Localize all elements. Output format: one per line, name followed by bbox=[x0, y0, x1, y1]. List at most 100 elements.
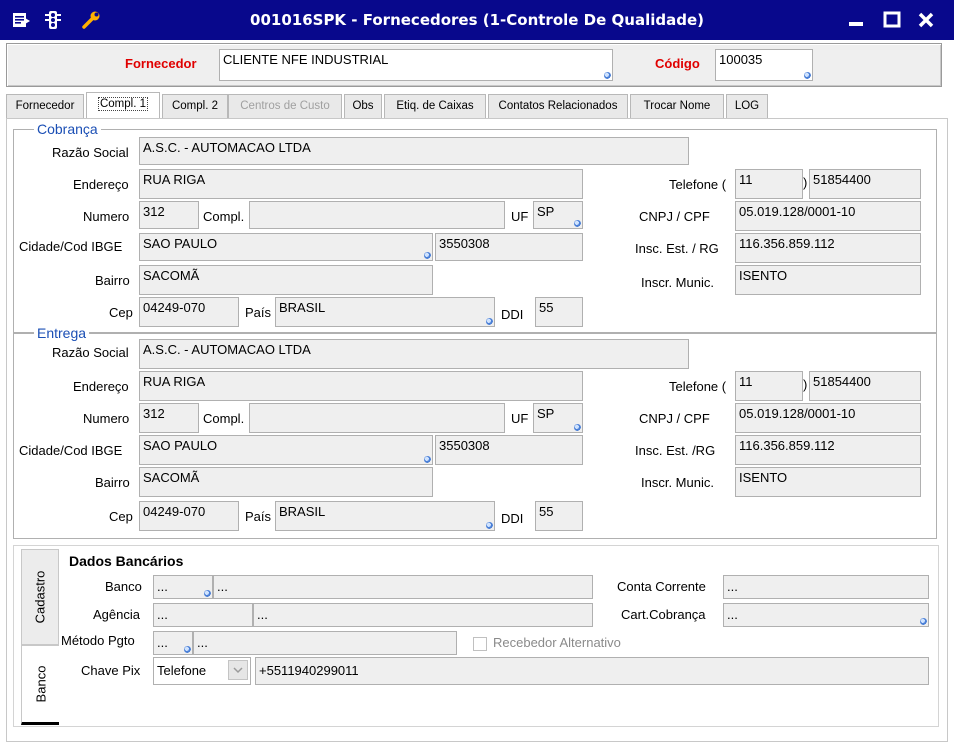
tab-contatos-relacionados[interactable]: Contatos Relacionados bbox=[488, 94, 628, 119]
razao-social-label: Razão Social bbox=[52, 345, 129, 360]
metodo-code-field[interactable]: ... bbox=[153, 631, 193, 655]
window-title: 001016SPK - Fornecedores (1-Controle De … bbox=[250, 11, 704, 29]
entrega-uf[interactable]: SP bbox=[533, 403, 583, 433]
cobranca-cidade[interactable]: SAO PAULO bbox=[139, 233, 433, 261]
insc-mun-label: Inscr. Munic. bbox=[641, 275, 714, 290]
header-panel: Fornecedor CLIENTE NFE INDUSTRIAL Código… bbox=[6, 43, 942, 87]
entrega-ddi[interactable]: 55 bbox=[535, 501, 583, 531]
cobranca-ddd[interactable]: 11 bbox=[735, 169, 803, 199]
tab-log[interactable]: LOG bbox=[726, 94, 768, 119]
minimize-icon[interactable] bbox=[844, 8, 868, 32]
cobranca-insc-mun[interactable]: ISENTO bbox=[735, 265, 921, 295]
insc-mun-label: Inscr. Munic. bbox=[641, 475, 714, 490]
cobranca-bairro[interactable]: SACOMÃ bbox=[139, 265, 433, 295]
cart-cobranca-label: Cart.Cobrança bbox=[621, 607, 706, 622]
tab-compl-1[interactable]: Compl. 1 bbox=[86, 92, 160, 120]
traffic-light-icon[interactable] bbox=[42, 9, 64, 31]
cobranca-uf[interactable]: SP bbox=[533, 201, 583, 229]
entrega-ddd[interactable]: 11 bbox=[735, 371, 803, 401]
agencia-code-field[interactable]: ... bbox=[153, 603, 253, 627]
tab-label: Etiq. de Caixas bbox=[396, 100, 474, 112]
tab-label: Trocar Nome bbox=[643, 100, 711, 112]
banco-name-field[interactable]: ... bbox=[213, 575, 593, 599]
cobranca-endereco[interactable]: RUA RIGA bbox=[139, 169, 583, 199]
cobranca-razao-social[interactable]: A.S.C. - AUTOMACAO LTDA bbox=[139, 137, 689, 165]
bairro-label: Bairro bbox=[95, 475, 130, 490]
codigo-field[interactable]: 100035 bbox=[715, 49, 813, 81]
cobranca-compl[interactable] bbox=[249, 201, 505, 229]
dropdown-button[interactable] bbox=[228, 660, 248, 680]
entrega-insc-est[interactable]: 116.356.859.112 bbox=[735, 435, 921, 465]
banco-code-field[interactable]: ... bbox=[153, 575, 213, 599]
cart-cobranca-field[interactable]: ... bbox=[723, 603, 929, 627]
entrega-endereco[interactable]: RUA RIGA bbox=[139, 371, 583, 401]
telefone-close-label: ) bbox=[803, 175, 808, 190]
ddi-label: DDI bbox=[501, 511, 524, 526]
cobranca-ddi[interactable]: 55 bbox=[535, 297, 583, 327]
cobranca-cep[interactable]: 04249-070 bbox=[139, 297, 239, 327]
telefone-label: Telefone ( bbox=[669, 177, 727, 192]
tab-trocar-nome[interactable]: Trocar Nome bbox=[630, 94, 724, 119]
fornecedor-label: Fornecedor bbox=[125, 56, 197, 71]
endereco-label: Endereço bbox=[73, 379, 129, 394]
pix-type-value: Telefone bbox=[157, 663, 207, 678]
agencia-name-field[interactable]: ... bbox=[253, 603, 593, 627]
cobranca-cod-ibge[interactable]: 3550308 bbox=[435, 233, 583, 261]
pix-value-field[interactable]: +5511940299011 bbox=[255, 657, 929, 685]
entrega-numero[interactable]: 312 bbox=[139, 403, 199, 433]
cobranca-pais[interactable]: BRASIL bbox=[275, 297, 495, 327]
side-tab-banco[interactable]: Banco bbox=[21, 645, 59, 725]
tab-content: Cobrança Entrega Razão Social A.S.C. - A… bbox=[6, 118, 948, 742]
entrega-razao-social[interactable]: A.S.C. - AUTOMACAO LTDA bbox=[139, 339, 689, 369]
recebedor-checkbox[interactable] bbox=[473, 637, 487, 651]
uf-label: UF bbox=[511, 209, 529, 224]
cidade-label: Cidade/Cod IBGE bbox=[19, 443, 123, 458]
numero-label: Numero bbox=[83, 411, 130, 426]
cobranca-cnpj[interactable]: 05.019.128/0001-10 bbox=[735, 201, 921, 231]
tab-label: Compl. 2 bbox=[171, 100, 219, 112]
cobranca-telefone[interactable]: 51854400 bbox=[809, 169, 921, 199]
insc-est-label: Insc. Est. /RG bbox=[635, 443, 716, 458]
cobranca-insc-est[interactable]: 116.356.859.112 bbox=[735, 233, 921, 263]
cobranca-legend: Cobrança bbox=[34, 121, 101, 137]
entrega-compl[interactable] bbox=[249, 403, 505, 433]
wrench-icon[interactable] bbox=[80, 9, 102, 31]
entrega-insc-mun[interactable]: ISENTO bbox=[735, 467, 921, 497]
conta-corrente-label: Conta Corrente bbox=[617, 579, 706, 594]
razao-social-label: Razão Social bbox=[52, 145, 129, 160]
side-tab-label: Cadastro bbox=[32, 570, 48, 624]
chevron-down-icon bbox=[233, 667, 243, 674]
compl-label: Compl. bbox=[203, 209, 245, 224]
uf-label: UF bbox=[511, 411, 529, 426]
conta-corrente-field[interactable]: ... bbox=[723, 575, 929, 599]
entrega-cep[interactable]: 04249-070 bbox=[139, 501, 239, 531]
cnpj-label: CNPJ / CPF bbox=[639, 209, 710, 224]
tab-label: Contatos Relacionados bbox=[498, 100, 618, 112]
tab-centros-de-custo[interactable]: Centros de Custo bbox=[228, 94, 342, 119]
entrega-cidade[interactable]: SAO PAULO bbox=[139, 435, 433, 465]
metodo-name-field[interactable]: ... bbox=[193, 631, 457, 655]
entrega-telefone[interactable]: 51854400 bbox=[809, 371, 921, 401]
tab-obs[interactable]: Obs bbox=[344, 94, 382, 119]
insc-est-label: Insc. Est. / RG bbox=[635, 241, 719, 256]
tab-fornecedor[interactable]: Fornecedor bbox=[6, 94, 84, 119]
maximize-icon[interactable] bbox=[880, 8, 904, 32]
entrega-cod-ibge[interactable]: 3550308 bbox=[435, 435, 583, 465]
agencia-label: Agência bbox=[93, 607, 140, 622]
metodo-pgto-label: Método Pgto bbox=[61, 633, 135, 648]
side-tab-label: Banco bbox=[33, 665, 48, 703]
tab-compl-2[interactable]: Compl. 2 bbox=[162, 94, 228, 119]
side-tab-cadastro[interactable]: Cadastro bbox=[21, 549, 59, 645]
dados-bancarios-title: Dados Bancários bbox=[69, 553, 184, 569]
tab-etiq-de-caixas[interactable]: Etiq. de Caixas bbox=[384, 94, 486, 119]
endereco-label: Endereço bbox=[73, 177, 129, 192]
document-icon[interactable] bbox=[10, 9, 32, 31]
entrega-pais[interactable]: BRASIL bbox=[275, 501, 495, 531]
entrega-cnpj[interactable]: 05.019.128/0001-10 bbox=[735, 403, 921, 433]
cobranca-numero[interactable]: 312 bbox=[139, 201, 199, 229]
bancario-panel bbox=[13, 545, 939, 727]
fornecedor-field[interactable]: CLIENTE NFE INDUSTRIAL bbox=[219, 49, 613, 81]
entrega-bairro[interactable]: SACOMÃ bbox=[139, 467, 433, 497]
close-icon[interactable] bbox=[914, 8, 938, 32]
pix-type-select[interactable]: Telefone bbox=[153, 657, 251, 685]
